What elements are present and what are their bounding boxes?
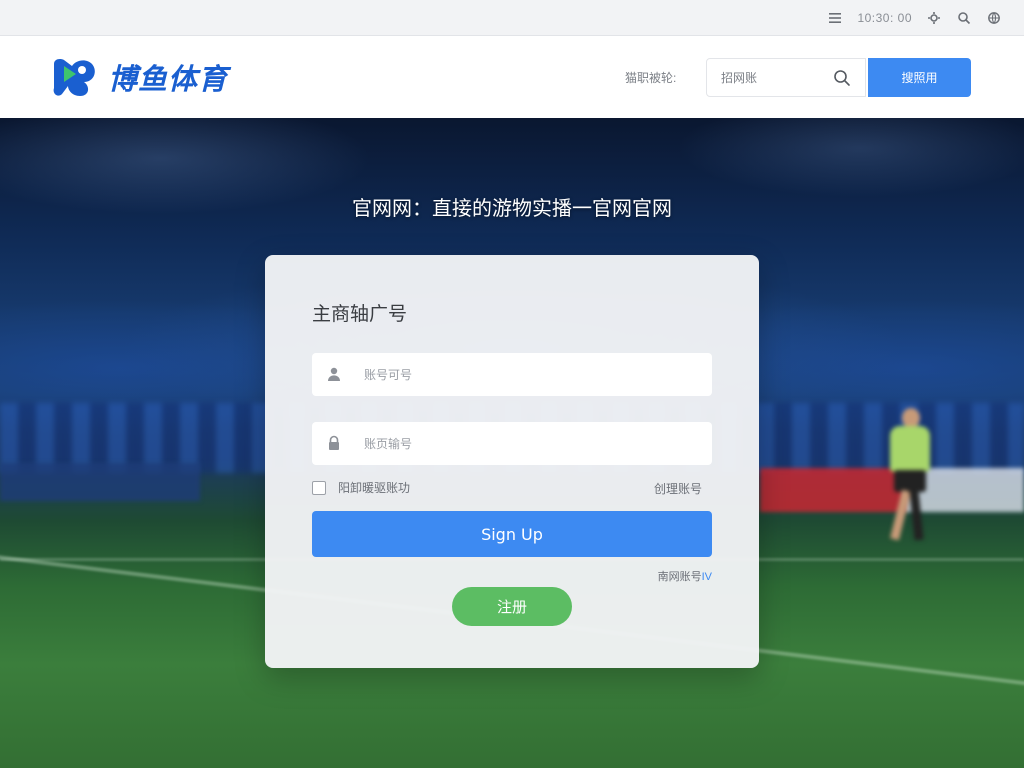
header-search-button[interactable]: 搜照用 <box>868 58 971 97</box>
username-input[interactable] <box>364 367 694 382</box>
username-field <box>312 353 712 396</box>
ad-board-left <box>0 463 200 501</box>
globe-icon[interactable] <box>986 10 1002 26</box>
help-text: 南网账号 <box>657 571 702 583</box>
hero-title: 官网网：直接的游物实播一官网官网 <box>352 196 672 220</box>
user-icon <box>326 366 344 384</box>
football-player-image <box>880 408 940 558</box>
search-icon[interactable] <box>956 10 972 26</box>
remember-checkbox[interactable] <box>312 480 326 495</box>
password-input[interactable] <box>364 436 694 451</box>
remember-label: 阳卸暖驱账功 <box>338 481 411 495</box>
forgot-password-link[interactable]: 创理账号 <box>654 480 702 497</box>
password-field <box>312 422 712 465</box>
header-search-label: 猫职被轮: <box>625 71 677 85</box>
site-logo[interactable]: 博鱼体育 <box>50 56 228 98</box>
register-button[interactable]: 注册 <box>452 587 572 626</box>
hero-section: 官网网：直接的游物实播一官网官网 主商轴广号 阳卸暖驱账功 创理账号 Sign … <box>0 118 1024 768</box>
header-search-input[interactable] <box>721 70 831 85</box>
menu-icon[interactable] <box>827 10 843 26</box>
help-accent: IV <box>701 571 712 583</box>
settings-icon[interactable] <box>926 10 942 26</box>
help-link[interactable]: 南网账号IV <box>658 568 712 584</box>
logo-icon <box>50 56 98 98</box>
utility-time: 10:30: 00 <box>857 11 912 25</box>
utility-bar: 10:30: 00 <box>0 0 1024 36</box>
login-title: 主商轴广号 <box>312 303 408 325</box>
lock-icon <box>326 435 344 453</box>
remember-me[interactable]: 阳卸暖驱账功 <box>312 479 410 496</box>
utility-items: 10:30: 00 <box>827 8 1002 28</box>
header-search-box <box>706 58 866 97</box>
search-icon[interactable] <box>833 69 851 87</box>
logo-text: 博鱼体育 <box>108 62 229 96</box>
login-card: 主商轴广号 阳卸暖驱账功 创理账号 Sign Up 南网账号IV 注册 <box>265 255 759 668</box>
sign-up-button[interactable]: Sign Up <box>312 511 712 557</box>
site-header: 博鱼体育 猫职被轮: 搜照用 <box>0 36 1024 118</box>
